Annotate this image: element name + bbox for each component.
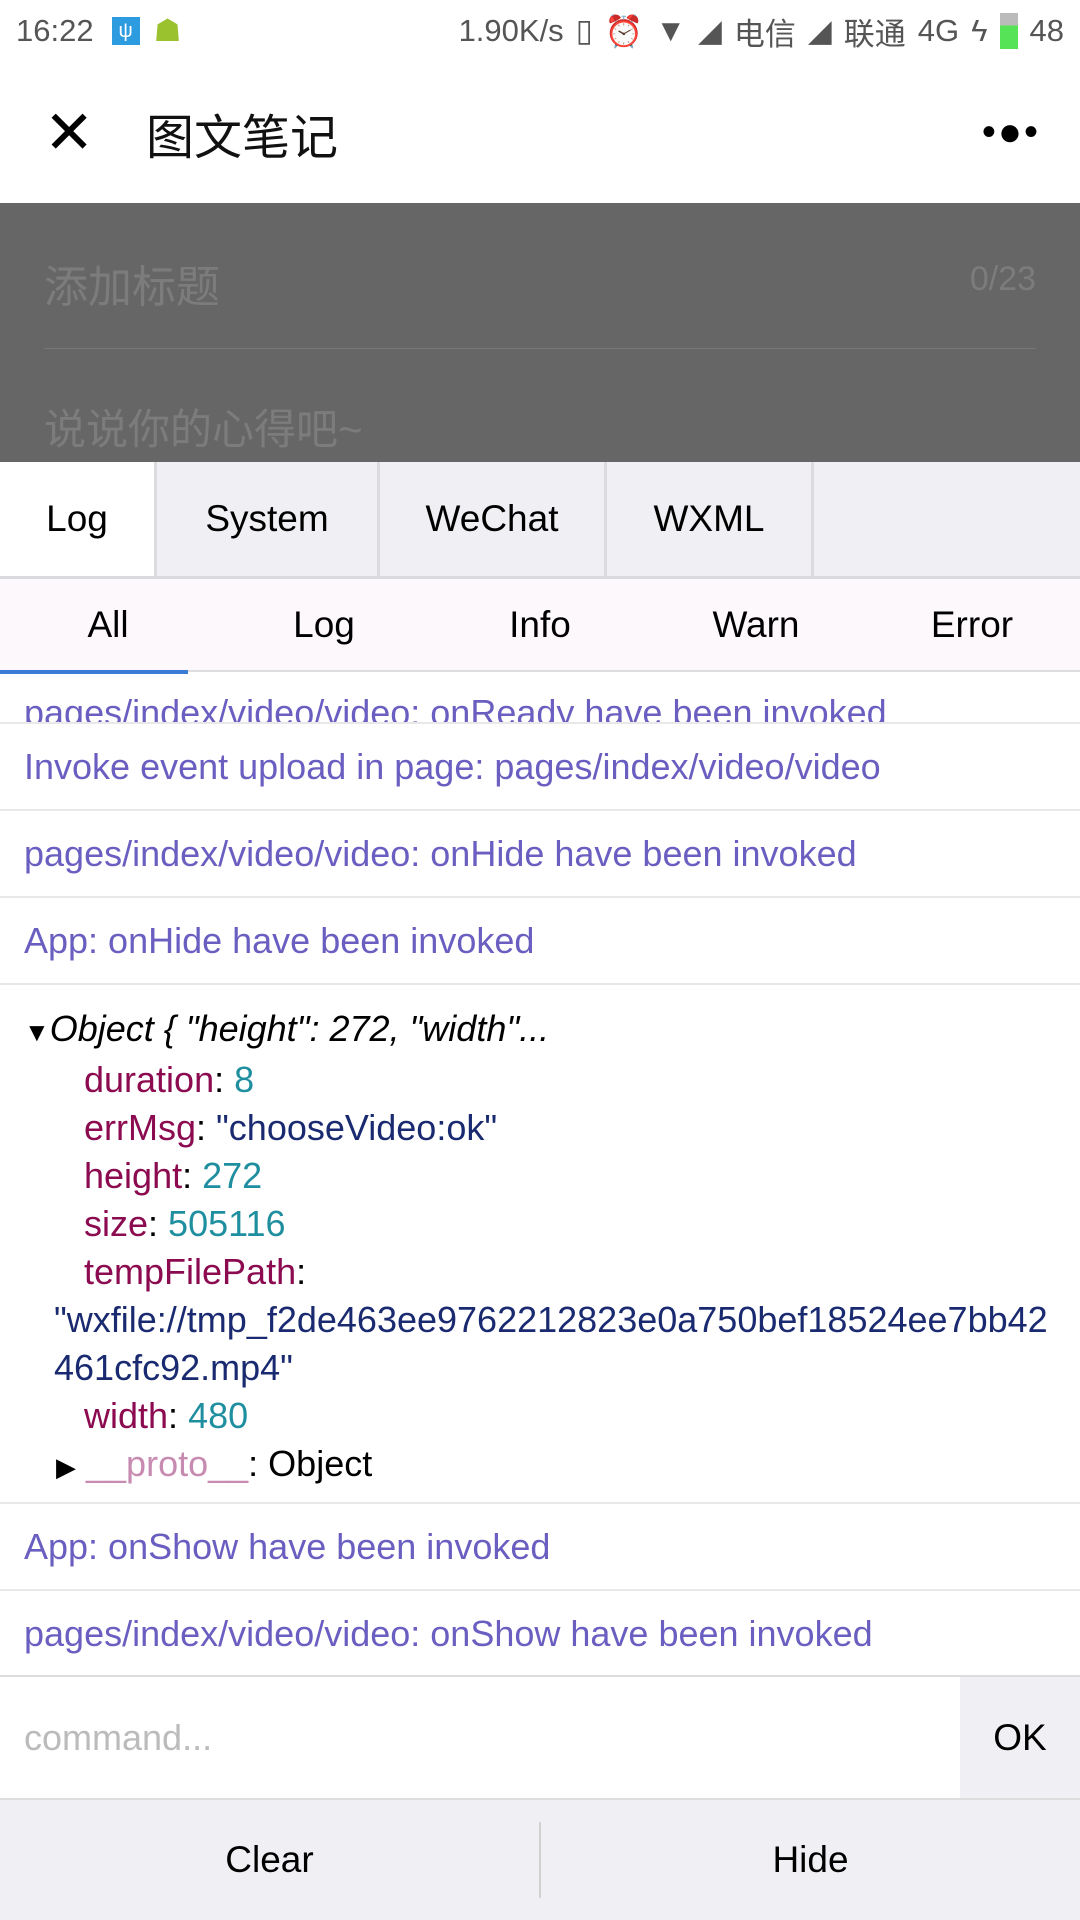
log-item: pages/index/video/video: onReady have be… [0,672,1080,724]
log-filters: All Log Info Warn Error [0,579,1080,672]
usb-icon: ψ [111,17,140,45]
filter-error[interactable]: Error [864,579,1080,670]
close-icon[interactable]: ✕ [44,102,104,163]
page-title: 图文笔记 [146,111,339,165]
battery-level: 48 [1029,13,1064,48]
charging-icon: ϟ [971,13,988,48]
command-bar: OK [0,1675,1080,1800]
caret-right-icon: ▶ [56,1452,76,1482]
tab-log[interactable]: Log [0,462,157,576]
log-item: App: onHide have been invoked [0,898,1080,985]
carrier-2: 联通 [843,16,906,52]
more-dots-icon[interactable]: •●• [982,110,1040,155]
bottom-actions: Clear Hide [0,1800,1080,1920]
wifi-icon: ▼ [655,13,687,48]
ok-button[interactable]: OK [960,1677,1080,1798]
tab-wxml[interactable]: WXML [607,462,814,576]
filter-all[interactable]: All [0,579,216,670]
editor-overlay: 添加标题 0/23 说说你的心得吧~ [0,203,1080,462]
filter-log[interactable]: Log [216,579,432,670]
field-width: width: 480 [84,1395,249,1436]
log-item: pages/index/video/video: onShow have bee… [0,1591,1080,1675]
android-icon: ☗ [153,13,182,48]
field-size: size: 505116 [84,1203,286,1244]
field-height: height: 272 [84,1155,263,1196]
field-tempfilepath: tempFilePath: [84,1251,307,1292]
status-bar: 16:22 ψ ☗ 1.90K/s ▯ ⏰ ▼ ◢ 电信 ◢ 联通 4G ϟ 4… [0,0,1080,62]
nav-bar: ✕ 图文笔记 •●• [0,62,1080,203]
divider [44,348,1036,349]
alarm-icon: ⏰ [604,13,644,49]
filter-info[interactable]: Info [432,579,648,670]
caret-down-icon[interactable]: ▼ [24,1017,50,1047]
carrier-1: 电信 [733,16,796,52]
battery-icon [999,13,1018,49]
filter-warn[interactable]: Warn [648,579,864,670]
net-speed: 1.90K/s [458,13,564,48]
network-type: 4G [917,13,960,48]
title-input-placeholder[interactable]: 添加标题 [44,251,220,315]
signal-icon: ◢ [807,13,832,48]
log-item: pages/index/video/video: onHide have bee… [0,811,1080,898]
object-log-item: ▼Object { "height": 272, "width"... dura… [0,985,1080,1504]
hide-button[interactable]: Hide [541,1800,1080,1920]
command-input[interactable] [0,1677,960,1798]
tab-system[interactable]: System [157,462,380,576]
title-char-count: 0/23 [969,260,1036,298]
console-tabs: Log System WeChat WXML [0,462,1080,579]
log-item: Invoke event upload in page: pages/index… [0,724,1080,811]
clear-button[interactable]: Clear [0,1800,539,1920]
tab-wechat[interactable]: WeChat [380,462,607,576]
object-summary[interactable]: ▼Object { "height": 272, "width"... [24,1005,1080,1056]
body-input-placeholder[interactable]: 说说你的心得吧~ [44,396,363,457]
tempfilepath-value: "wxfile://tmp_f2de463ee9762212823e0a750b… [54,1299,1048,1388]
signal-icon: ◢ [698,13,722,48]
vibrate-icon: ▯ [575,13,593,48]
field-proto[interactable]: ▶ __proto__: Object [24,1440,1080,1491]
log-item: App: onShow have been invoked [0,1504,1080,1591]
field-errmsg: errMsg: "chooseVideo:ok" [84,1107,498,1148]
clock: 16:22 [16,13,94,48]
log-list[interactable]: pages/index/video/video: onReady have be… [0,672,1080,1675]
field-duration: duration: 8 [84,1059,255,1100]
